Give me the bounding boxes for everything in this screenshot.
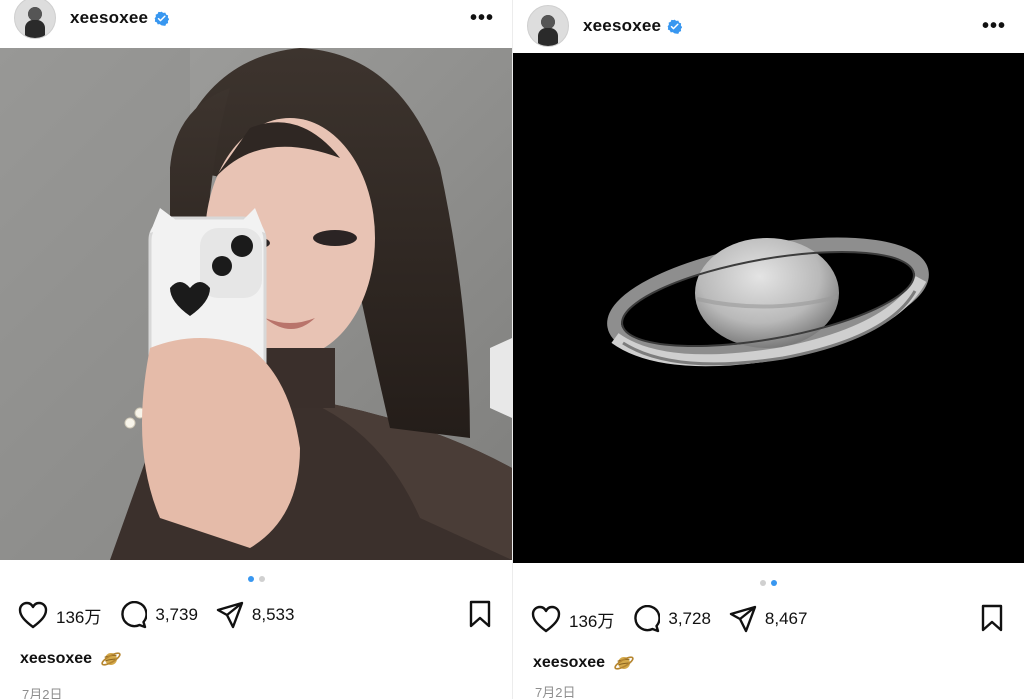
caption-username[interactable]: xeesoxee bbox=[20, 650, 92, 668]
caption: xeesoxee bbox=[20, 648, 122, 670]
page: xeesoxee ••• 136万 3,739 8,533 xeesoxee 7… bbox=[0, 0, 1024, 699]
mirror-selfie-illustration bbox=[0, 48, 512, 560]
verified-badge-icon bbox=[667, 19, 683, 34]
carousel-dot bbox=[258, 576, 265, 582]
heart-icon[interactable] bbox=[18, 601, 48, 629]
post-header: xeesoxee ••• bbox=[513, 0, 1024, 52]
username[interactable]: xeesoxee bbox=[70, 8, 148, 28]
caption-username[interactable]: xeesoxee bbox=[533, 654, 605, 672]
comment-action[interactable]: 3,739 bbox=[119, 601, 198, 629]
carousel-indicator bbox=[0, 576, 512, 582]
comment-count: 3,728 bbox=[668, 609, 711, 628]
post-card-1: xeesoxee ••• 136万 3,739 8,533 xeesoxee 7… bbox=[0, 0, 512, 699]
carousel-dot-active bbox=[247, 576, 254, 582]
avatar[interactable] bbox=[14, 0, 56, 39]
post-header: xeesoxee ••• bbox=[0, 0, 512, 42]
like-action[interactable]: 136万 bbox=[18, 601, 101, 629]
like-action[interactable]: 136万 bbox=[531, 605, 614, 633]
post-date: 7月2日 bbox=[535, 685, 576, 699]
like-count: 136万 bbox=[56, 607, 102, 627]
verified-badge-icon bbox=[154, 11, 170, 26]
post-date: 7月2日 bbox=[22, 687, 63, 699]
ringed-planet-icon bbox=[101, 652, 121, 666]
carousel-dot-active bbox=[771, 580, 777, 586]
share-count: 8,533 bbox=[251, 605, 295, 624]
share-action[interactable]: 8,467 bbox=[729, 605, 808, 633]
carousel-dot bbox=[760, 580, 766, 586]
like-count: 136万 bbox=[569, 611, 615, 631]
comment-action[interactable]: 3,728 bbox=[632, 605, 711, 633]
more-dots-icon[interactable]: ••• bbox=[470, 8, 494, 28]
comment-bubble-icon[interactable] bbox=[632, 605, 661, 633]
heart-icon[interactable] bbox=[531, 605, 561, 633]
action-bar: 136万 3,739 8,533 bbox=[0, 598, 512, 632]
username[interactable]: xeesoxee bbox=[583, 16, 661, 36]
post-card-2: xeesoxee ••• 136万 3,728 8,467 xeesoxee 7… bbox=[512, 0, 1024, 699]
saturn-illustration bbox=[513, 53, 1024, 563]
caption: xeesoxee bbox=[533, 652, 635, 674]
paper-plane-icon[interactable] bbox=[729, 605, 757, 633]
share-action[interactable]: 8,533 bbox=[216, 601, 295, 629]
action-bar: 136万 3,728 8,467 bbox=[513, 602, 1024, 636]
post-image-saturn[interactable] bbox=[513, 53, 1024, 563]
comment-bubble-icon[interactable] bbox=[119, 601, 148, 629]
ringed-planet-icon bbox=[614, 656, 634, 670]
bookmark-icon[interactable] bbox=[468, 600, 492, 628]
more-dots-icon[interactable]: ••• bbox=[982, 16, 1006, 36]
avatar[interactable] bbox=[527, 5, 569, 47]
share-count: 8,467 bbox=[764, 609, 808, 628]
bookmark-icon[interactable] bbox=[980, 604, 1004, 632]
comment-count: 3,739 bbox=[155, 605, 198, 624]
post-image-selfie[interactable] bbox=[0, 48, 512, 560]
carousel-indicator bbox=[513, 580, 1024, 586]
paper-plane-icon[interactable] bbox=[216, 601, 244, 629]
